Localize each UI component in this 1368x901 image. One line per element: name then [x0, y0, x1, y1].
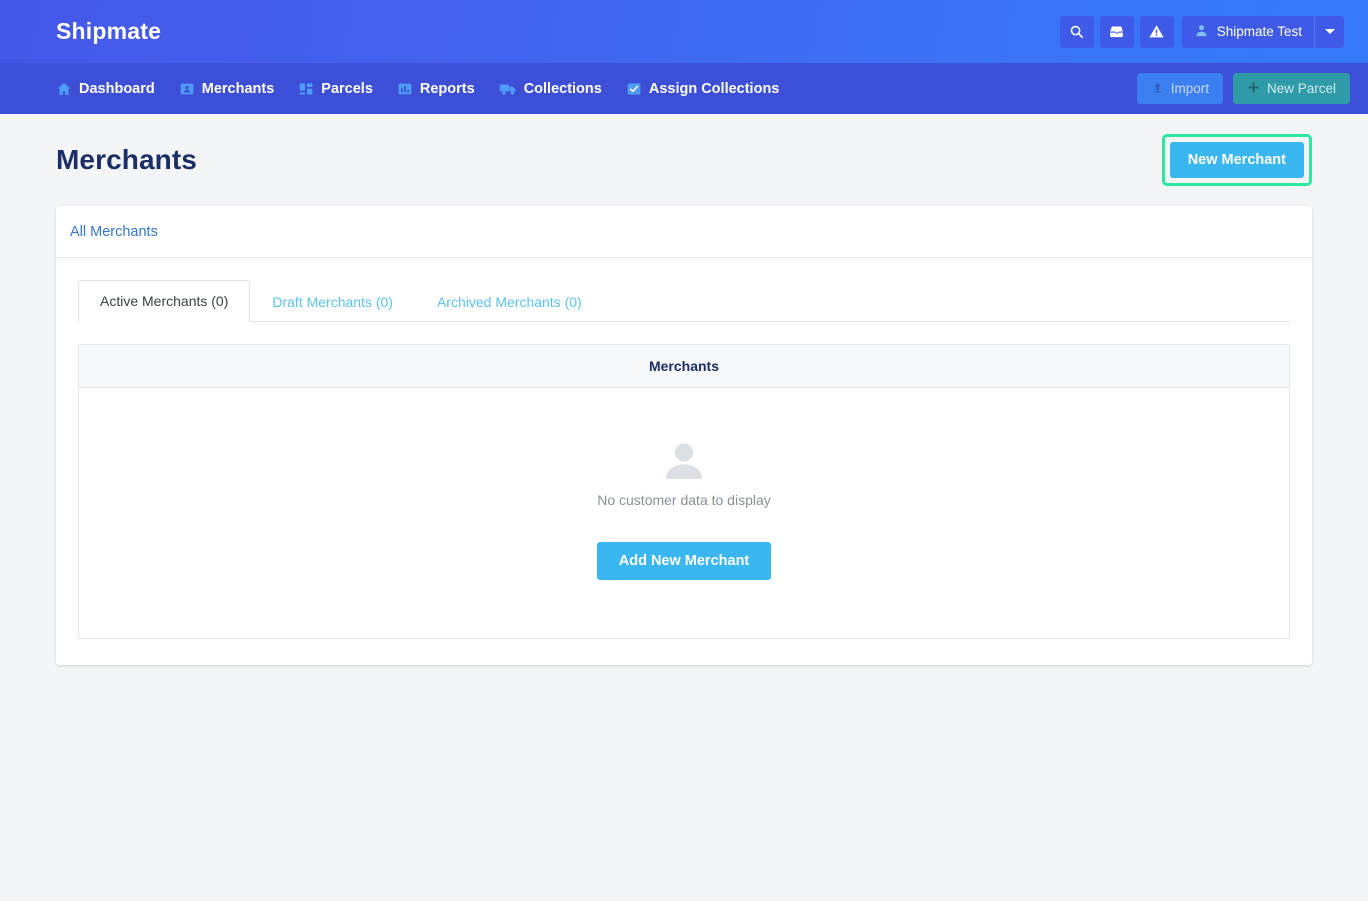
card-body: Active Merchants (0) Draft Merchants (0)… [56, 258, 1312, 665]
tab-draft-merchants[interactable]: Draft Merchants (0) [250, 281, 415, 322]
alert-icon-button[interactable] [1139, 15, 1174, 48]
inbox-icon-button[interactable] [1099, 15, 1134, 48]
import-label: Import [1170, 81, 1209, 96]
nav-label: Reports [419, 80, 475, 97]
new-merchant-highlight: New Merchant [1161, 134, 1312, 186]
nav-label: Dashboard [79, 80, 155, 97]
upload-icon [1151, 81, 1164, 97]
contact-card-icon [179, 81, 195, 97]
card-header-title: All Merchants [70, 224, 158, 240]
inbox-icon [1108, 23, 1125, 40]
nav-label: Assign Collections [648, 80, 780, 97]
user-menu-button[interactable]: Shipmate Test [1181, 15, 1314, 48]
search-icon-button[interactable] [1059, 15, 1094, 48]
brand-logo[interactable]: Shipmate [56, 18, 161, 45]
user-menu-caret-button[interactable] [1314, 15, 1344, 48]
nav-actions: Import New Parcel [1136, 73, 1350, 104]
caret-down-icon [1324, 29, 1335, 34]
page-header: Merchants New Merchant [56, 114, 1312, 206]
table-empty-state: No customer data to display Add New Merc… [79, 388, 1289, 638]
new-merchant-button[interactable]: New Merchant [1169, 142, 1304, 178]
truck-icon [499, 81, 517, 97]
grid-icon [298, 81, 314, 97]
nav-item-collections[interactable]: Collections [499, 81, 602, 97]
import-button[interactable]: Import [1136, 73, 1223, 104]
nav-item-reports[interactable]: Reports [397, 81, 475, 97]
merchants-card: All Merchants Active Merchants (0) Draft… [56, 206, 1312, 665]
tab-archived-merchants[interactable]: Archived Merchants (0) [415, 281, 604, 322]
page-title: Merchants [56, 144, 197, 175]
check-square-icon [626, 81, 642, 97]
person-placeholder-icon [79, 440, 1289, 480]
new-parcel-label: New Parcel [1266, 81, 1336, 96]
add-new-merchant-button[interactable]: Add New Merchant [596, 542, 772, 580]
main-navigation: Dashboard Merchants Parcels Reports Coll… [0, 63, 1368, 114]
nav-item-dashboard[interactable]: Dashboard [56, 81, 155, 97]
alert-icon [1148, 23, 1165, 40]
user-menu-group: Shipmate Test [1181, 15, 1344, 48]
tab-active-merchants[interactable]: Active Merchants (0) [78, 280, 251, 322]
merchants-table: Merchants No customer data to display Ad… [78, 344, 1290, 639]
merchant-tabs: Active Merchants (0) Draft Merchants (0)… [78, 280, 1290, 322]
bar-chart-icon [397, 81, 413, 97]
empty-state-text: No customer data to display [597, 492, 771, 508]
search-icon [1069, 24, 1084, 39]
new-parcel-button[interactable]: New Parcel [1232, 73, 1350, 104]
nav-item-assign-collections[interactable]: Assign Collections [626, 80, 780, 97]
table-column-header-merchants: Merchants [79, 345, 1289, 388]
card-header: All Merchants [56, 206, 1312, 258]
nav-label: Parcels [321, 80, 373, 97]
nav-item-parcels[interactable]: Parcels [298, 81, 373, 97]
top-bar: Shipmate Shipmate Test [0, 0, 1368, 63]
nav-label: Merchants [201, 80, 275, 97]
topbar-actions: Shipmate Test [1059, 15, 1344, 48]
nav-item-merchants[interactable]: Merchants [179, 80, 275, 97]
plus-icon [1247, 81, 1260, 97]
person-icon [1194, 23, 1209, 41]
nav-label: Collections [523, 80, 602, 97]
home-icon [56, 81, 72, 97]
nav-items: Dashboard Merchants Parcels Reports Coll… [56, 81, 779, 97]
user-name-label: Shipmate Test [1216, 24, 1302, 39]
page-content: Merchants New Merchant All Merchants Act… [0, 114, 1368, 665]
